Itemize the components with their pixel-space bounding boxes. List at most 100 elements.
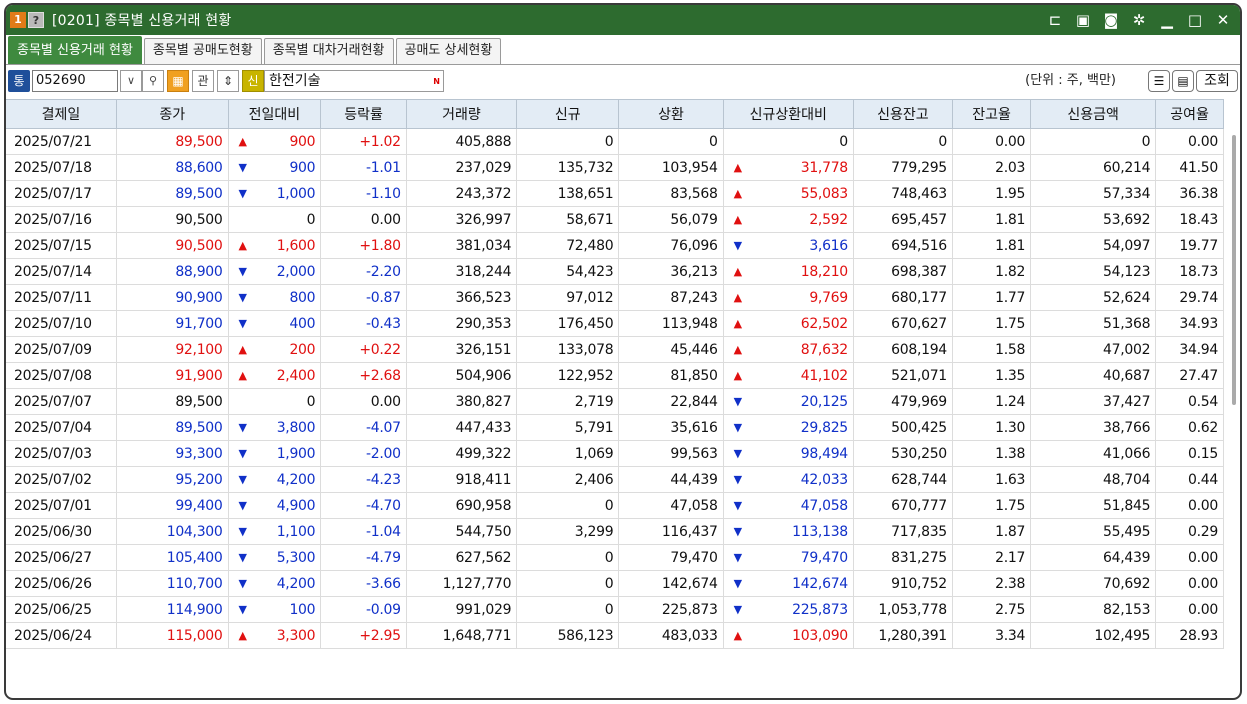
new-vs-repay: ▲ 103,090 (723, 622, 854, 649)
tab-short-selling[interactable]: 종목별 공매도현황 (143, 38, 262, 64)
calendar-icon[interactable]: ▦ (167, 70, 189, 92)
column-header[interactable]: 잔고율 (952, 99, 1032, 129)
table-row[interactable]: 2025/07/16 90,500 0 0.00 326,997 58,671 56,079… (6, 206, 1224, 233)
table-row[interactable]: 2025/07/01 99,400 ▼ 4,900 -4.70 690,958 0 47,05… (6, 492, 1224, 519)
column-header[interactable]: 신규 (516, 99, 620, 129)
price-change-value: 2,000 (276, 263, 316, 280)
new-credit: 2,719 (516, 388, 620, 415)
settings-icon[interactable]: ✲ (1130, 5, 1148, 35)
table-row[interactable]: 2025/07/02 95,200 ▼ 4,200 -4.23 918,411 2,406 4… (6, 466, 1224, 493)
maximize-icon[interactable]: □ (1186, 5, 1204, 35)
balance-rate: 1.95 (952, 180, 1032, 207)
credit-balance: 500,425 (853, 414, 953, 441)
credit-balance: 1,053,778 (853, 596, 953, 623)
supply-rate: 34.94 (1155, 336, 1224, 363)
table-row[interactable]: 2025/06/27 105,400 ▼ 5,300 -4.79 627,562 0 79,4… (6, 544, 1224, 571)
balance-rate: 1.81 (952, 232, 1032, 259)
column-header[interactable]: 신용잔고 (853, 99, 953, 129)
table-row[interactable]: 2025/07/08 91,900 ▲ 2,400 +2.68 504,906 122,95… (6, 362, 1224, 389)
window-number-badge[interactable]: 1 (10, 12, 26, 28)
minimize-icon[interactable]: ▁ (1158, 5, 1176, 35)
price-change: ▲ 900 (228, 128, 322, 155)
balance-rate: 1.82 (952, 258, 1032, 285)
new-vs-repay-value: 42,033 (800, 471, 848, 488)
help-button[interactable]: ? (28, 12, 44, 28)
new-credit: 58,671 (516, 206, 620, 233)
chart-view-icon[interactable]: ▤ (1172, 70, 1194, 92)
table-row[interactable]: 2025/07/18 88,600 ▼ 900 -1.01 237,029 135,732 1… (6, 154, 1224, 181)
table-row[interactable]: 2025/07/15 90,500 ▲ 1,600 +1.80 381,034 72,480… (6, 232, 1224, 259)
table-row[interactable]: 2025/06/24 115,000 ▲ 3,300 +2.95 1,648,771 586… (6, 622, 1224, 649)
table-row[interactable]: 2025/07/09 92,100 ▲ 200 +0.22 326,151 133,078 4… (6, 336, 1224, 363)
credit-table-container: 결제일 종가 전일대비 등락률 거래량 신규 상환 신규상환대비 신용잔고 잔고율 신용금액 공여율 … (6, 99, 1240, 698)
repayment: 79,470 (618, 544, 724, 571)
new-vs-repay: ▼ 142,674 (723, 570, 854, 597)
column-header[interactable]: 공여율 (1155, 99, 1224, 129)
up-down-icon[interactable]: ⇕ (217, 70, 239, 92)
column-header[interactable]: 결제일 (6, 99, 117, 129)
camera-icon[interactable]: ◙ (1102, 5, 1120, 35)
table-row[interactable]: 2025/07/10 91,700 ▼ 400 -0.43 290,353 176,450 1… (6, 310, 1224, 337)
tab-credit-trading[interactable]: 종목별 신용거래 현황 (8, 36, 142, 64)
new-vs-repay: ▲ 9,769 (723, 284, 854, 311)
new-credit: 133,078 (516, 336, 620, 363)
table-row[interactable]: 2025/07/14 88,900 ▼ 2,000 -2.20 318,244 54,423… (6, 258, 1224, 285)
change-rate: -0.09 (320, 596, 407, 623)
new-vs-repay-value: 142,674 (792, 575, 848, 592)
closing-price: 105,400 (116, 544, 229, 571)
table-row[interactable]: 2025/07/03 93,300 ▼ 1,900 -2.00 499,322 1,069 9… (6, 440, 1224, 467)
new-vs-repay: ▲ 18,210 (723, 258, 854, 285)
settlement-date: 2025/07/07 (6, 388, 117, 415)
column-header[interactable]: 신규상환대비 (723, 99, 854, 129)
code-dropdown-icon[interactable]: ∨ (120, 70, 142, 92)
vertical-scrollbar[interactable] (1232, 135, 1236, 405)
price-change-value: 4,200 (276, 575, 316, 592)
column-header[interactable]: 상환 (618, 99, 724, 129)
print-icon[interactable]: ▣ (1074, 5, 1092, 35)
supply-rate: 29.74 (1155, 284, 1224, 311)
table-view-icon[interactable]: ☰ (1148, 70, 1170, 92)
tab-short-selling-detail[interactable]: 공매도 상세현황 (395, 38, 502, 64)
credit-amount: 0 (1030, 128, 1157, 155)
title-bar: 1 ? [0201] 종목별 신용거래 현황 ⊏ ▣ ◙ ✲ ▁ □ ✕ (6, 5, 1240, 35)
settlement-date: 2025/07/11 (6, 284, 117, 311)
volume: 1,648,771 (406, 622, 518, 649)
column-header[interactable]: 거래량 (406, 99, 518, 129)
column-header[interactable]: 전일대비 (228, 99, 322, 129)
balance-rate: 1.63 (952, 466, 1032, 493)
table-row[interactable]: 2025/07/21 89,500 ▲ 900 +1.02 405,888 0 0 0 0 0.00… (6, 128, 1224, 155)
watchlist-button[interactable]: 관 (192, 70, 214, 92)
table-row[interactable]: 2025/07/11 90,900 ▼ 800 -0.87 366,523 97,012 87… (6, 284, 1224, 311)
column-header[interactable]: 등락률 (320, 99, 407, 129)
column-header[interactable]: 종가 (116, 99, 229, 129)
down-arrow-icon: ▼ (238, 447, 247, 460)
repayment: 225,873 (618, 596, 724, 623)
down-arrow-icon: ▼ (238, 499, 247, 512)
search-icon[interactable]: ⚲ (142, 70, 164, 92)
lookup-button[interactable]: 조회 (1196, 70, 1238, 92)
table-row[interactable]: 2025/07/17 89,500 ▼ 1,000 -1.10 243,372 138,65… (6, 180, 1224, 207)
credit-balance: 910,752 (853, 570, 953, 597)
column-header[interactable]: 신용금액 (1030, 99, 1157, 129)
table-row[interactable]: 2025/06/30 104,300 ▼ 1,100 -1.04 544,750 3,299… (6, 518, 1224, 545)
close-icon[interactable]: ✕ (1214, 5, 1232, 35)
tab-stock-lending[interactable]: 종목별 대차거래현황 (263, 38, 394, 64)
table-row[interactable]: 2025/06/26 110,700 ▼ 4,200 -3.66 1,127,770 0 14… (6, 570, 1224, 597)
repayment: 81,850 (618, 362, 724, 389)
down-arrow-icon: ▼ (238, 603, 247, 616)
new-vs-repay: ▼ 113,138 (723, 518, 854, 545)
market-selector[interactable]: 통 (8, 70, 30, 92)
table-row[interactable]: 2025/06/25 114,900 ▼ 100 -0.09 991,029 0 225,87… (6, 596, 1224, 623)
price-change: ▼ 3,800 (228, 414, 322, 441)
table-row[interactable]: 2025/07/07 89,500 0 0.00 380,827 2,719 22,844 ▼… (6, 388, 1224, 415)
new-vs-repay-value: 87,632 (800, 341, 848, 358)
link-icon[interactable]: ⊏ (1046, 5, 1064, 35)
stock-code-input[interactable]: 052690 (32, 70, 118, 92)
settlement-date: 2025/07/10 (6, 310, 117, 337)
new-vs-repay-value: 103,090 (792, 627, 848, 644)
repayment: 44,439 (618, 466, 724, 493)
table-row[interactable]: 2025/07/04 89,500 ▼ 3,800 -4.07 447,433 5,791 3… (6, 414, 1224, 441)
volume: 380,827 (406, 388, 518, 415)
repayment: 103,954 (618, 154, 724, 181)
volume: 918,411 (406, 466, 518, 493)
